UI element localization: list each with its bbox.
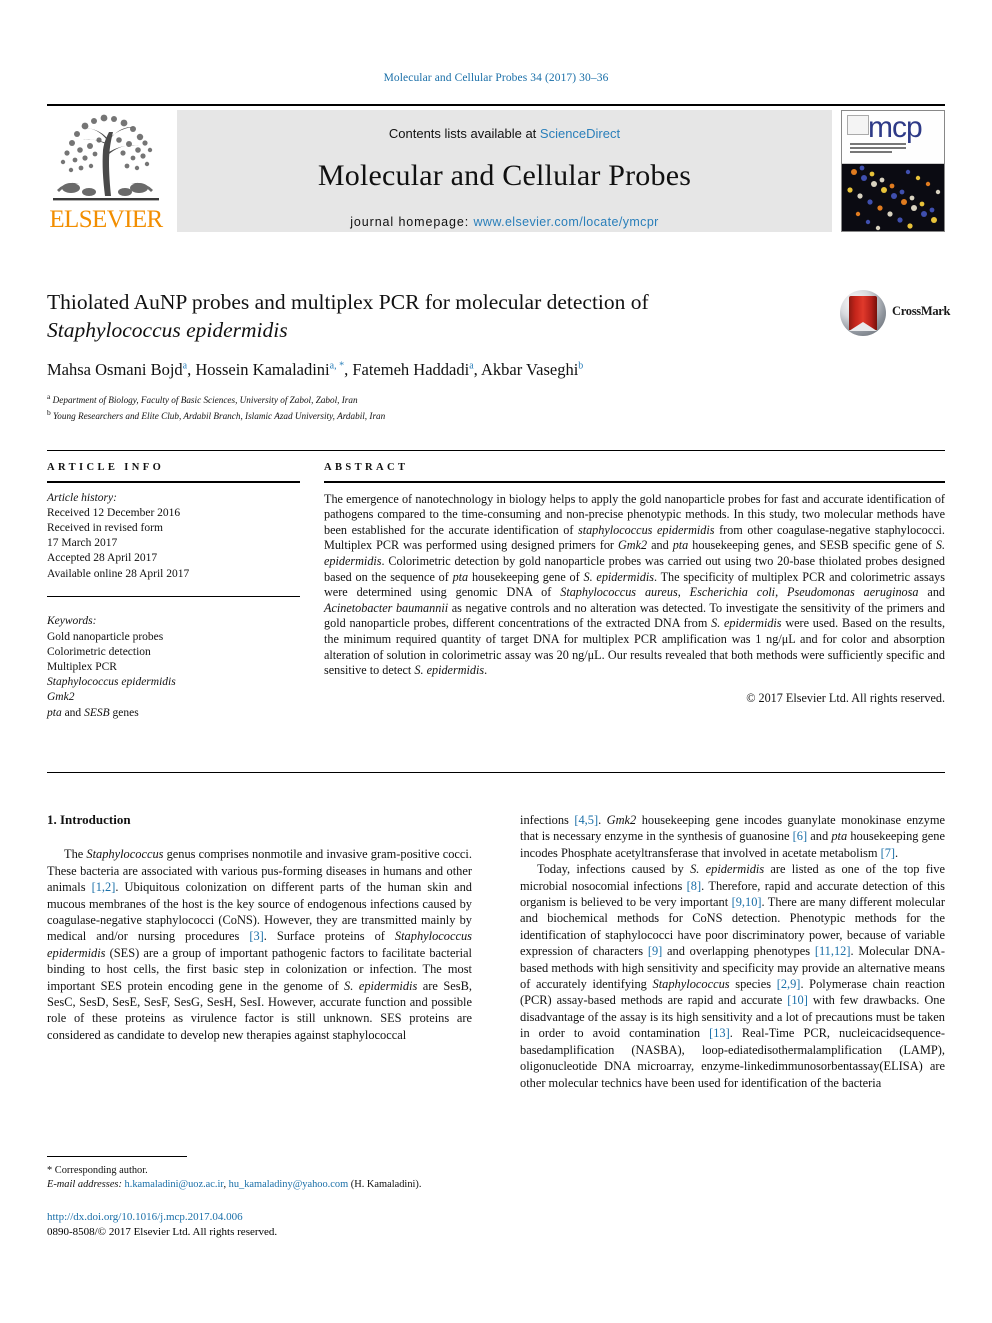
article-history: Article history: Received 12 December 20… bbox=[47, 491, 300, 582]
cover-dna-image bbox=[842, 164, 944, 231]
author-mark-2: a bbox=[469, 360, 474, 372]
sciencedirect-link[interactable]: ScienceDirect bbox=[540, 126, 620, 141]
history-item-0: Received 12 December 2016 bbox=[47, 506, 181, 519]
homepage-label: journal homepage: bbox=[350, 215, 474, 229]
keywords-block: Keywords: Gold nanoparticle probes Color… bbox=[47, 614, 300, 720]
doi-block: http://dx.doi.org/10.1016/j.mcp.2017.04.… bbox=[47, 1210, 477, 1240]
crossmark-disc-icon bbox=[840, 290, 886, 336]
header-top-rule bbox=[47, 104, 945, 106]
email-label: E-mail addresses: bbox=[47, 1178, 122, 1190]
abstract-text: The emergence of nanotechnology in biolo… bbox=[324, 491, 946, 678]
footnote-rule bbox=[47, 1156, 187, 1157]
history-item-1: Received in revised form bbox=[47, 522, 163, 534]
author-name-2: Fatemeh Haddadi bbox=[352, 360, 470, 379]
keyword-1: Colorimetric detection bbox=[47, 645, 151, 658]
keyword-4: Gmk2 bbox=[47, 691, 75, 704]
email-link-1[interactable]: h.kamaladini@uoz.ac.ir bbox=[125, 1179, 224, 1190]
abstract-rule bbox=[324, 481, 945, 483]
abstract-heading: ABSTRACT bbox=[324, 462, 409, 473]
journal-homepage-line: journal homepage: www.elsevier.com/locat… bbox=[177, 215, 832, 229]
cover-top-section: mcp bbox=[842, 111, 944, 164]
contents-prefix: Contents lists available at bbox=[388, 126, 540, 141]
elsevier-wordmark: ELSEVIER bbox=[49, 206, 163, 233]
abstract-column: ABSTRACT The emergence of nanotechnology… bbox=[324, 462, 945, 706]
doi-link[interactable]: http://dx.doi.org/10.1016/j.mcp.2017.04.… bbox=[47, 1210, 477, 1225]
crossmark-notch-icon bbox=[849, 322, 877, 331]
cover-publisher-stamp bbox=[847, 115, 869, 135]
affiliation-text-b: Young Researchers and Elite Club, Ardabi… bbox=[53, 410, 386, 421]
email-owner: (H. Kamaladini). bbox=[350, 1178, 422, 1190]
issn-copyright-line: 0890-8508/© 2017 Elsevier Ltd. All right… bbox=[47, 1226, 278, 1238]
corresponding-author-note: * Corresponding author. bbox=[47, 1165, 148, 1176]
body-column-right: infections [4,5]. Gmk2 housekeeping gene… bbox=[520, 812, 945, 1091]
author-name-0: Mahsa Osmani Bojd bbox=[47, 360, 183, 379]
journal-title: Molecular and Cellular Probes bbox=[317, 159, 692, 192]
keywords-rule bbox=[47, 595, 300, 598]
article-history-label: Article history: bbox=[47, 491, 117, 504]
intro-paragraph-right-2: Today, infections caused by S. epidermid… bbox=[520, 862, 946, 1090]
cover-caption-lines bbox=[850, 143, 906, 155]
author-name-1: Hossein Kamaladini bbox=[195, 360, 330, 379]
article-info-heading: ARTICLE INFO bbox=[47, 462, 165, 473]
author-mark-0: a bbox=[182, 360, 188, 372]
history-item-4: Available online 28 April 2017 bbox=[47, 567, 190, 580]
affiliation-mark-a: a bbox=[47, 392, 51, 401]
keyword-3: Staphylococcus epidermidis bbox=[47, 676, 176, 689]
article-info-rule bbox=[47, 481, 300, 483]
section-heading-introduction: 1. Introduction bbox=[47, 812, 131, 827]
affiliation-list: a Department of Biology, Faculty of Basi… bbox=[47, 391, 945, 422]
email-link-2[interactable]: hu_kamaladiny@yahoo.com bbox=[229, 1179, 349, 1190]
crossmark-label: CrossMark bbox=[892, 304, 951, 318]
author-name-3: Akbar Vaseghi bbox=[480, 360, 579, 379]
intro-paragraph-right-1: infections [4,5]. Gmk2 housekeeping gene… bbox=[520, 813, 945, 860]
mcp-wordmark: mcp bbox=[868, 111, 923, 144]
author-mark-1: a, * bbox=[329, 360, 345, 372]
affiliation-text-a: Department of Biology, Faculty of Basic … bbox=[52, 395, 358, 406]
email-note: E-mail addresses: h.kamaladini@uoz.ac.ir… bbox=[47, 1178, 422, 1190]
affiliation-mark-b: b bbox=[47, 407, 51, 417]
title-line-2: Staphylococcus epidermidis bbox=[47, 318, 288, 342]
author-list: Mahsa Osmani Bojda, Hossein Kamaladinia,… bbox=[47, 360, 584, 379]
history-item-2: 17 March 2017 bbox=[47, 537, 118, 550]
journal-banner: Contents lists available at ScienceDirec… bbox=[177, 110, 832, 232]
body-column-left: 1. Introduction The Staphylococcus genus… bbox=[47, 812, 472, 1043]
journal-header: ELSEVIER Contents lists available at Sci… bbox=[47, 104, 945, 234]
elsevier-logo: ELSEVIER bbox=[47, 110, 165, 232]
body-top-rule bbox=[47, 772, 945, 773]
elsevier-tree-icon bbox=[47, 110, 165, 206]
keyword-0: Gold nanoparticle probes bbox=[47, 630, 164, 643]
footnote-block: * Corresponding author. E-mail addresses… bbox=[47, 1156, 472, 1191]
page-title: Thiolated AuNP probes and multiplex PCR … bbox=[47, 288, 817, 344]
info-section-top-rule bbox=[47, 450, 945, 451]
article-info-column: ARTICLE INFO Article history: Received 1… bbox=[47, 462, 300, 721]
affiliation-a: a Department of Biology, Faculty of Basi… bbox=[47, 391, 945, 407]
paper-page: Molecular and Cellular Probes 34 (2017) … bbox=[0, 0, 992, 1323]
running-head: Molecular and Cellular Probes 34 (2017) … bbox=[383, 72, 609, 84]
keywords-label: Keywords: bbox=[47, 615, 97, 628]
abstract-copyright: © 2017 Elsevier Ltd. All rights reserved… bbox=[746, 690, 945, 705]
crossmark-badge[interactable]: CrossMark bbox=[840, 290, 950, 338]
title-block: Thiolated AuNP probes and multiplex PCR … bbox=[47, 288, 950, 422]
keyword-2: Multiplex PCR bbox=[47, 661, 117, 674]
journal-cover-thumbnail: mcp bbox=[841, 110, 945, 232]
homepage-link[interactable]: www.elsevier.com/locate/ymcpr bbox=[473, 215, 658, 229]
intro-paragraph-left: The Staphylococcus genus comprises nonmo… bbox=[47, 847, 473, 1042]
affiliation-b: b Young Researchers and Elite Club, Arda… bbox=[47, 407, 945, 423]
author-mark-3: b bbox=[578, 360, 584, 372]
title-line-1: Thiolated AuNP probes and multiplex PCR … bbox=[47, 290, 649, 314]
contents-available-line: Contents lists available at ScienceDirec… bbox=[177, 110, 832, 141]
keyword-5: pta and SESB genes bbox=[47, 706, 139, 719]
history-item-3: Accepted 28 April 2017 bbox=[47, 552, 158, 565]
